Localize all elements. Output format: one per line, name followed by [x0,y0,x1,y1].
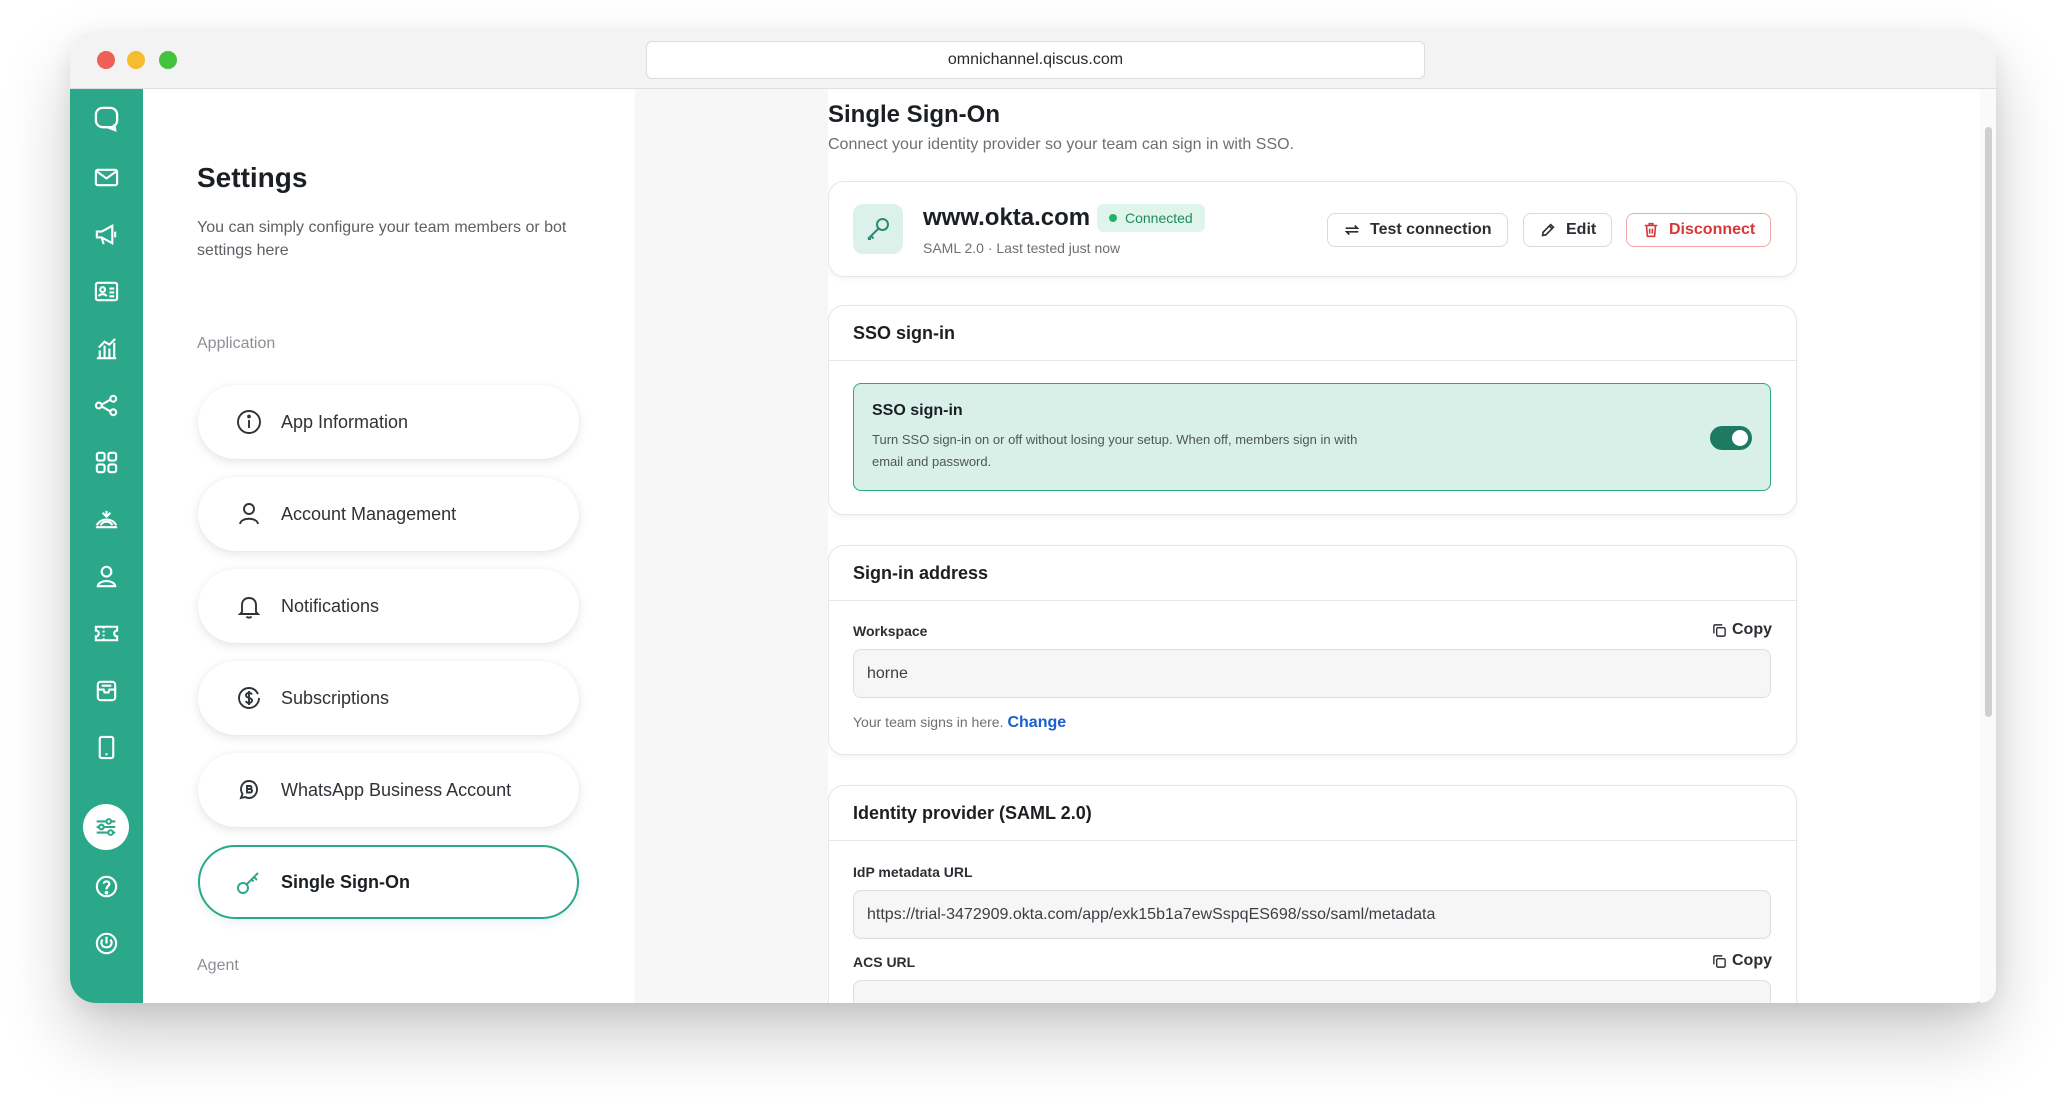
idp-metadata-label: IdP metadata URL [853,864,973,880]
refresh-icon [1344,224,1360,236]
sso-signin-header: SSO sign-in [829,306,1796,361]
copy-icon [1713,954,1726,968]
status-dot [1109,214,1117,222]
menu-item-notifications[interactable]: Notifications [198,569,579,643]
workspace-hint-text: Your team signs in here. [853,714,1004,730]
disconnect-button[interactable]: Disconnect [1626,213,1772,247]
acs-url-label: ACS URL [853,954,916,970]
edit-label: Edit [1566,221,1597,238]
page-title: Single Sign-On [828,101,1000,128]
chat-icon[interactable] [87,99,125,137]
section-application: Application [197,335,276,352]
menu-item-whatsapp-business-account[interactable]: WhatsApp Business Account [198,753,579,827]
content-gutter [635,89,828,1003]
sso-toggle[interactable] [1710,426,1752,450]
provider-name: www.okta.com [923,204,1091,231]
menu-item-single-sign-on[interactable]: Single Sign-On [198,845,579,919]
info-icon [235,408,263,436]
key-icon [235,868,263,896]
window-close-button[interactable] [97,51,115,69]
flow-icon[interactable] [87,386,125,424]
identity-provider-card: Identity provider (SAML 2.0) IdP metadat… [828,785,1797,1003]
agent-icon[interactable] [87,557,125,595]
edit-button[interactable]: Edit [1523,213,1613,247]
power-icon[interactable] [87,924,125,962]
signin-address-header: Sign-in address [829,546,1796,601]
inbox-icon[interactable] [87,671,125,709]
scrollbar-thumb[interactable] [1985,127,1992,717]
sso-signin-option: SSO sign-in Turn SSO sign-in on or off w… [853,383,1771,491]
trash-icon [1644,222,1658,238]
disconnect-label: Disconnect [1669,221,1756,238]
address-bar-url: omnichannel.qiscus.com [947,51,1124,68]
menu-item-label: Notifications [281,595,380,616]
window-maximize-button[interactable] [159,51,177,69]
copy-label: Copy [1732,621,1772,638]
nav-rail [70,89,143,1003]
identity-provider-header: Identity provider (SAML 2.0) [829,786,1796,841]
status-badge-label: Connected [1125,210,1193,226]
mobile-icon[interactable] [87,728,125,766]
settings-sliders-icon[interactable] [83,804,129,850]
sso-option-title: SSO sign-in [872,402,963,419]
test-connection-label: Test connection [1370,221,1492,238]
pencil-icon [1541,223,1555,237]
menu-item-label: Subscriptions [281,687,390,708]
menu-item-account-management[interactable]: Account Management [198,477,579,551]
provider-card: www.okta.com Connected SAML 2.0 · Last t… [828,181,1797,277]
idp-metadata-field[interactable]: https://trial-3472909.okta.com/app/exk15… [853,890,1771,939]
copy-icon [1713,623,1726,637]
workspace-value: horne [867,664,908,682]
bell-icon [235,592,263,620]
menu-item-label: App Information [281,411,409,432]
toggle-knob [1732,430,1748,446]
acs-url-field[interactable] [853,980,1771,1003]
sso-option-description: Turn SSO sign-in on or off without losin… [872,432,1358,469]
acs-copy-button[interactable]: Copy [1712,952,1772,970]
status-badge: Connected [1097,204,1205,232]
window-minimize-button[interactable] [127,51,145,69]
key-icon [853,204,903,254]
menu-item-label: Account Management [281,503,457,524]
scrollbar[interactable] [1980,89,1996,1003]
menu-item-label: WhatsApp Business Account [281,779,512,800]
idp-metadata-value: https://trial-3472909.okta.com/app/exk15… [867,905,1436,923]
browser-toolbar: omnichannel.qiscus.com [70,31,1996,89]
whatsapp-business-icon [235,776,263,804]
apps-grid-icon[interactable] [87,443,125,481]
section-agent: Agent [197,957,239,974]
menu-item-subscriptions[interactable]: Subscriptions [198,661,579,735]
address-bar[interactable]: omnichannel.qiscus.com [646,41,1425,79]
signin-address-card: Sign-in address Workspace Copy horne You… [828,545,1797,755]
test-connection-button[interactable]: Test connection [1327,213,1508,247]
workspace-copy-button[interactable]: Copy [1712,621,1772,639]
main-content: Single Sign-On Connect your identity pro… [828,89,1996,1003]
help-icon[interactable] [87,867,125,905]
change-link[interactable]: Change [1007,714,1066,731]
sso-signin-card: SSO sign-in SSO sign-in Turn SSO sign-in… [828,305,1797,515]
user-icon [235,500,263,528]
provider-meta: SAML 2.0 · Last tested just now [923,240,1121,256]
settings-sidebar: Settings You can simply configure your t… [143,89,635,1003]
menu-item-label: Single Sign-On [281,871,410,892]
mail-icon[interactable] [87,158,125,196]
contact-card-icon[interactable] [87,272,125,310]
megaphone-icon[interactable] [87,215,125,253]
workspace-field[interactable]: horne [853,649,1771,698]
analytics-icon[interactable] [87,329,125,367]
workspace-hint: Your team signs in here. Change [853,714,1066,732]
menu-item-app-information[interactable]: App Information [198,385,579,459]
broadcast-icon[interactable] [87,500,125,538]
page-subtitle: Connect your identity provider so your t… [828,136,1294,153]
copy-label: Copy [1732,952,1772,969]
ticket-icon[interactable] [87,614,125,652]
workspace-label: Workspace [853,623,928,639]
subscription-icon [235,684,263,712]
settings-title: Settings [197,162,308,193]
settings-description: You can simply configure your team membe… [197,219,567,259]
